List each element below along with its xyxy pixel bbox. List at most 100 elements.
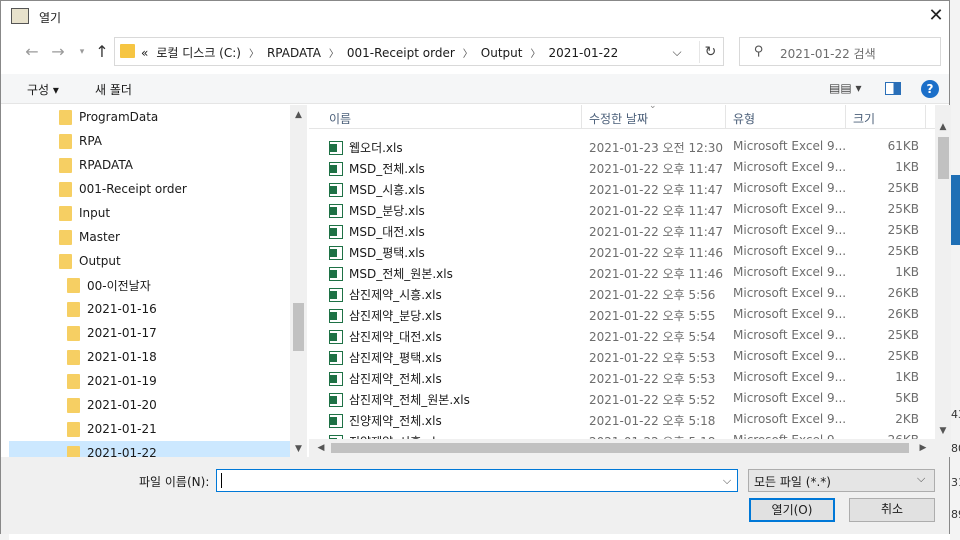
tree-item-label: Output [79,254,121,268]
close-button[interactable]: ✕ [921,5,951,29]
file-list-hscrollbar[interactable]: ◀ ▶ [309,439,951,457]
address-bar[interactable]: « 로컬 디스크 (C:) 〉 RPADATA 〉 001-Receipt or… [114,37,724,66]
file-row[interactable]: MSD_전체_원본.xls 2021-01-22 오후 11:46 Microsof… [309,262,937,283]
tree-item[interactable]: 001-Receipt order [9,177,290,201]
view-options-button[interactable]: ▤▤ ▾ [829,81,862,95]
file-row[interactable]: 진양제약_전체.xls 2021-01-22 오후 5:18 Microsoft E… [309,409,937,430]
breadcrumb-item[interactable]: Output [481,46,523,60]
breadcrumb-item[interactable]: 로컬 디스크 (C:) [156,44,241,61]
tree-item[interactable]: 2021-01-18 [9,345,290,369]
chevron-right-icon[interactable]: 〉 [329,45,339,60]
column-header-type[interactable]: 유형 [733,110,755,127]
file-row[interactable]: MSD_전체.xls 2021-01-22 오후 11:47 Microsoft E… [309,157,937,178]
tree-item[interactable]: 2021-01-17 [9,321,290,345]
breadcrumb-item[interactable]: RPADATA [267,46,321,60]
new-folder-button[interactable]: 새 폴더 [95,81,132,98]
scroll-thumb[interactable] [938,137,949,179]
tree-item[interactable]: 2021-01-22 [9,441,290,457]
file-size: 1KB [895,160,919,174]
breadcrumb-item[interactable]: 2021-01-22 [548,46,618,60]
file-name-text: 진양제약_전체.xls [349,414,442,428]
column-header-name[interactable]: 이름 [329,110,351,127]
tree-item[interactable]: 2021-01-16 [9,297,290,321]
breadcrumb: « 로컬 디스크 (C:) 〉 RPADATA 〉 001-Receipt or… [141,44,626,61]
column-divider[interactable] [925,105,926,129]
file-type-select[interactable]: 모든 파일 (*.*) ⌵ [748,469,935,492]
tree-item[interactable]: ProgramData [9,105,290,129]
tree-item[interactable]: Output [9,249,290,273]
file-date: 2021-01-22 오후 5:55 [589,309,716,323]
column-divider[interactable] [581,105,582,129]
open-button[interactable]: 열기(O) [749,498,835,522]
tree-item[interactable]: Master [9,225,290,249]
file-row[interactable]: 삼진제약_분당.xls 2021-01-22 오후 5:55 Microsoft E… [309,304,937,325]
file-date: 2021-01-22 오후 11:47 [589,162,724,176]
file-row[interactable]: 삼진제약_전체.xls 2021-01-22 오후 5:53 Microsoft E… [309,367,937,388]
scroll-up-icon[interactable]: ▲ [290,107,307,123]
scroll-right-icon[interactable]: ▶ [915,440,931,456]
tree-item[interactable]: RPA [9,129,290,153]
preview-pane-icon[interactable] [885,82,901,95]
excel-file-icon [329,245,343,260]
scroll-thumb[interactable] [331,443,909,453]
chevron-right-icon[interactable]: 〉 [249,45,259,60]
chevron-down-icon[interactable]: ⌵ [667,42,687,62]
column-divider[interactable] [845,105,846,129]
tree-item[interactable]: 2021-01-19 [9,369,290,393]
scroll-left-icon[interactable]: ◀ [313,440,329,456]
file-row[interactable]: MSD_대전.xls 2021-01-22 오후 11:47 Microsoft E… [309,220,937,241]
file-row[interactable]: 삼진제약_시흥.xls 2021-01-22 오후 5:56 Microsoft E… [309,283,937,304]
tree-item-label: 2021-01-20 [87,398,157,412]
column-header-size[interactable]: 크기 [853,110,875,127]
folder-icon [59,109,72,125]
help-icon[interactable]: ? [921,80,939,98]
chevron-down-icon[interactable]: ⌵ [719,472,735,490]
file-list-scrollbar[interactable]: ▲ ▼ [935,105,951,439]
tree-item[interactable]: RPADATA [9,153,290,177]
file-row[interactable]: MSD_평택.xls 2021-01-22 오후 11:46 Microsoft E… [309,241,937,262]
refresh-icon[interactable]: ↻ [699,41,721,63]
search-input[interactable]: 2021-01-22 검색 [780,45,876,62]
file-row[interactable]: 삼진제약_전체_원본.xls 2021-01-22 오후 5:52 Microsof… [309,388,937,409]
tree-scrollbar[interactable]: ▲ ▼ [290,105,307,457]
file-row[interactable]: 삼진제약_대전.xls 2021-01-22 오후 5:54 Microsoft E… [309,325,937,346]
column-divider[interactable] [725,105,726,129]
breadcrumb-overflow[interactable]: « [141,46,148,60]
back-button[interactable]: ← [21,41,43,63]
breadcrumb-item[interactable]: 001-Receipt order [347,46,455,60]
search-box[interactable]: ⚲ 2021-01-22 검색 [739,37,941,66]
file-row[interactable]: MSD_시흥.xls 2021-01-22 오후 11:47 Microsoft E… [309,178,937,199]
organize-button[interactable]: 구성 ▾ [27,81,59,98]
folder-icon [67,445,80,457]
scroll-down-icon[interactable]: ▼ [935,423,951,439]
tree-item[interactable]: 2021-01-21 [9,417,290,441]
excel-file-icon [329,161,343,176]
file-name: 삼진제약_분당.xls [329,307,442,324]
recent-locations-icon[interactable]: ▾ [71,41,93,63]
background-banner [951,175,960,245]
scroll-thumb[interactable] [293,303,304,351]
file-size: 25KB [887,181,919,195]
folder-icon [67,421,80,437]
title-bar[interactable]: 열기 ✕ [1,1,949,31]
scroll-up-icon[interactable]: ▲ [935,119,951,135]
tree-item[interactable]: 2021-01-20 [9,393,290,417]
chevron-right-icon[interactable]: 〉 [463,45,473,60]
chevron-right-icon[interactable]: 〉 [530,45,540,60]
cancel-button[interactable]: 취소 [849,498,935,522]
tree-item[interactable]: Input [9,201,290,225]
file-name: MSD_시흥.xls [329,181,425,198]
excel-file-icon [329,182,343,197]
filename-input[interactable]: ⌵ [216,469,738,492]
file-size: 26KB [887,286,919,300]
file-row[interactable]: 웹오더.xls 2021-01-23 오전 12:30 Microsoft Exce… [309,136,937,157]
forward-button[interactable]: → [47,41,69,63]
up-button[interactable]: ↑ [91,41,113,63]
folder-icon [59,133,72,149]
column-header-date[interactable]: 수정한 날짜 [589,110,648,127]
file-row[interactable]: MSD_분당.xls 2021-01-22 오후 11:47 Microsoft E… [309,199,937,220]
file-row[interactable]: 삼진제약_평택.xls 2021-01-22 오후 5:53 Microsoft E… [309,346,937,367]
scroll-down-icon[interactable]: ▼ [290,441,307,457]
excel-file-icon [329,203,343,218]
tree-item[interactable]: 00-이전날자 [9,273,290,297]
